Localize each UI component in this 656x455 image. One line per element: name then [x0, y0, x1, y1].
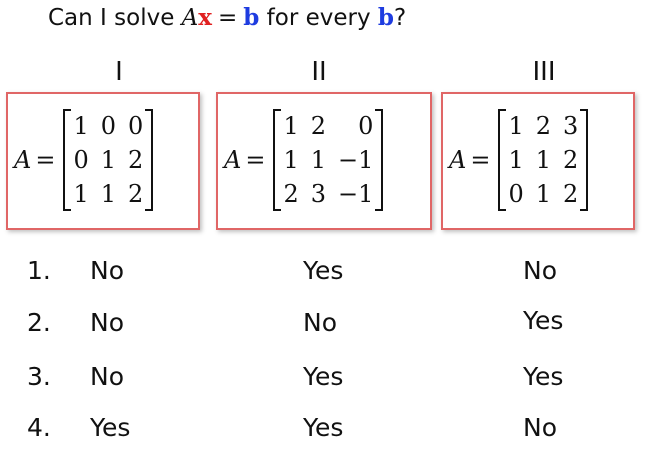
matrix-cell: 1 [508, 112, 524, 140]
option-3-number: 3. [27, 362, 51, 391]
matrix-box-III: A = 123 112 012 [441, 92, 635, 230]
option-3-answer-II: Yes [303, 362, 344, 391]
matrix-I: A = 100 012 112 [14, 104, 154, 216]
matrix-I-brackets: 100 012 112 [63, 109, 154, 211]
column-label-III: III [532, 57, 556, 87]
matrix-box-II: A = 120 1 1 −1 2 3 −1 [216, 92, 432, 230]
matrix-cell: 2 [563, 180, 579, 208]
matrix-cell: 2 [310, 112, 327, 140]
vector-x-symbol: x [198, 4, 212, 31]
matrix-III-eq: = [470, 146, 491, 174]
option-2-number: 2. [27, 308, 51, 337]
option-2-answer-III: Yes [523, 306, 564, 335]
matrix-II-grid: 120 1 1 −1 2 3 −1 [277, 109, 379, 211]
option-4-answer-II: Yes [303, 413, 344, 442]
question-middle: for every [259, 5, 378, 31]
option-4-answer-I: Yes [90, 413, 131, 442]
vector-b-symbol-2: b [377, 4, 395, 31]
question-prefix: Can I solve [48, 5, 182, 31]
matrix-cell: 0 [508, 180, 524, 208]
matrix-A-symbol: A [181, 5, 199, 31]
matrix-II-lhs: A [224, 146, 242, 174]
matrix-III: A = 123 112 012 [449, 104, 589, 216]
matrix-I-lhs: A [14, 146, 32, 174]
question-suffix: ? [394, 5, 407, 31]
matrix-cell: 3 [563, 112, 579, 140]
matrix-II-brackets: 120 1 1 −1 2 3 −1 [273, 109, 384, 211]
option-3-answer-III: Yes [523, 362, 564, 391]
matrix-cell: 2 [128, 180, 144, 208]
option-3-answer-I: No [90, 362, 124, 391]
option-2-answer-I: No [90, 308, 124, 337]
matrix-cell: 2 [128, 146, 144, 174]
option-2-answer-II: No [303, 308, 337, 337]
matrix-cell: 1 [73, 180, 89, 208]
matrix-II: A = 120 1 1 −1 2 3 −1 [224, 104, 384, 216]
option-1-answer-II: Yes [303, 256, 344, 285]
column-label-I: I [115, 57, 123, 87]
matrix-cell: 2 [563, 146, 579, 174]
option-4-answer-III: No [523, 413, 557, 442]
matrix-cell: 1 [100, 146, 117, 174]
matrix-cell: 0 [100, 112, 117, 140]
vector-b-symbol: b [243, 4, 260, 31]
matrix-cell: 0 [128, 112, 144, 140]
matrix-cell: 1 [508, 146, 524, 174]
matrix-cell: 1 [100, 180, 117, 208]
matrix-cell: 1 [283, 146, 299, 174]
matrix-cell: −1 [338, 146, 374, 174]
matrix-I-eq: = [35, 146, 56, 174]
matrix-cell: 1 [310, 146, 327, 174]
matrix-III-grid: 123 112 012 [502, 109, 584, 211]
matrix-cell: 2 [283, 180, 299, 208]
matrix-box-I: A = 100 012 112 [6, 92, 200, 230]
matrix-cell: 1 [535, 146, 552, 174]
matrix-II-eq: = [245, 146, 266, 174]
matrix-cell: 3 [310, 180, 327, 208]
option-1-number: 1. [27, 256, 51, 285]
matrix-III-lhs: A [449, 146, 467, 174]
option-1-answer-I: No [90, 256, 124, 285]
matrix-cell: −1 [338, 180, 374, 208]
matrix-cell: 1 [535, 180, 552, 208]
matrix-cell: 0 [73, 146, 89, 174]
matrix-cell: 1 [283, 112, 299, 140]
option-1-answer-III: No [523, 256, 557, 285]
column-label-II: II [311, 57, 327, 87]
option-4-number: 4. [27, 413, 51, 442]
matrix-III-brackets: 123 112 012 [498, 109, 589, 211]
matrix-I-grid: 100 012 112 [67, 109, 149, 211]
matrix-cell: 1 [73, 112, 89, 140]
matrix-cell: 0 [358, 112, 374, 140]
question-title: Can I solve Ax = b for every b? [48, 4, 406, 31]
equals-symbol: = [218, 5, 238, 31]
matrix-cell: 2 [535, 112, 552, 140]
